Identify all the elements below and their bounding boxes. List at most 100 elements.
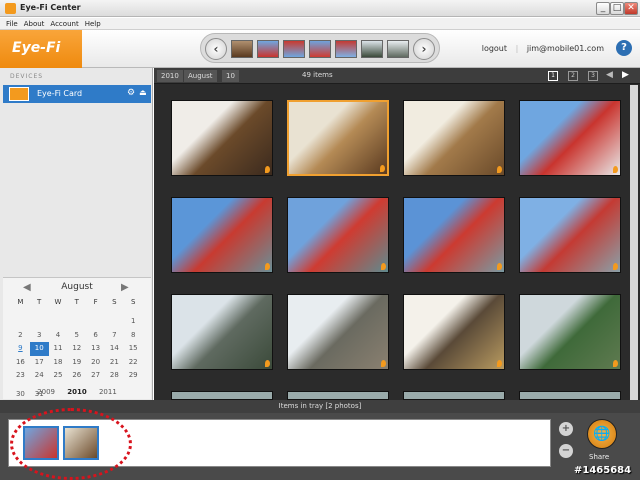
photo-thumbnail[interactable] xyxy=(287,100,389,176)
calendar-years: 2009 2010 2011 xyxy=(3,388,151,396)
geotag-pin-icon xyxy=(613,360,618,367)
calendar-day[interactable]: 16 xyxy=(11,356,30,370)
view-size-3-button[interactable]: 3 xyxy=(588,71,598,81)
tray: + − 🌐 Share xyxy=(0,408,640,480)
photo-thumbnail[interactable] xyxy=(287,197,389,273)
photo-thumbnail[interactable] xyxy=(519,391,621,400)
calendar-day[interactable]: 26 xyxy=(67,369,86,383)
calendar-day[interactable]: 13 xyxy=(86,342,105,356)
weekday-label: T xyxy=(74,298,79,306)
calendar-day[interactable]: 24 xyxy=(30,369,49,383)
logout-link[interactable]: logout xyxy=(482,44,507,53)
menu-account[interactable]: Account xyxy=(50,18,78,30)
calendar-next-icon[interactable]: ▶ xyxy=(121,282,129,293)
share-globe-icon[interactable]: 🌐 xyxy=(587,419,617,449)
photo-thumbnail[interactable] xyxy=(287,391,389,400)
geotag-pin-icon xyxy=(613,166,618,173)
photo-thumbnail[interactable] xyxy=(403,100,505,176)
window-title: Eye-Fi Center xyxy=(20,3,81,12)
scrollbar[interactable] xyxy=(630,85,638,400)
next-arrow-icon[interactable]: › xyxy=(413,38,435,60)
photo-thumbnail[interactable] xyxy=(287,294,389,370)
view-size-1-button[interactable]: 1 xyxy=(548,71,558,81)
calendar-day[interactable]: 14 xyxy=(105,342,124,356)
calendar-day[interactable]: 21 xyxy=(105,356,124,370)
zoom-out-button[interactable]: − xyxy=(559,444,573,458)
calendar-day[interactable]: 10 xyxy=(29,342,49,356)
calendar-day[interactable]: 9 xyxy=(11,342,30,356)
photo-thumbnail[interactable] xyxy=(403,294,505,370)
maximize-button[interactable]: □ xyxy=(610,2,624,15)
header-links: logout | jim@mobile01.com xyxy=(476,44,604,53)
year-2011[interactable]: 2011 xyxy=(99,388,117,396)
year-2009[interactable]: 2009 xyxy=(37,388,55,396)
calendar-day[interactable]: 11 xyxy=(49,342,68,356)
grid-prev-icon[interactable]: ◀ xyxy=(606,70,613,80)
prev-arrow-icon[interactable]: ‹ xyxy=(205,38,227,60)
photo-thumbnail[interactable] xyxy=(171,391,273,400)
photo-thumbnail[interactable] xyxy=(403,197,505,273)
weekday-label: S xyxy=(130,298,136,306)
calendar-day[interactable]: 4 xyxy=(49,329,68,343)
strip-thumb[interactable] xyxy=(231,40,253,58)
calendar-day[interactable]: 25 xyxy=(49,369,68,383)
strip-thumb[interactable] xyxy=(361,40,383,58)
crumb-month[interactable]: August xyxy=(184,70,217,82)
user-account-link[interactable]: jim@mobile01.com xyxy=(527,44,604,53)
photo-thumbnail[interactable] xyxy=(519,100,621,176)
device-item-eye-fi-card[interactable]: Eye-Fi Card ⚙ ⏏ xyxy=(3,85,151,103)
strip-thumb[interactable] xyxy=(283,40,305,58)
calendar-day[interactable]: 22 xyxy=(124,356,143,370)
calendar-day[interactable]: 18 xyxy=(49,356,68,370)
menu-help[interactable]: Help xyxy=(85,18,101,30)
photo-thumbnail[interactable] xyxy=(403,391,505,400)
crumb-year[interactable]: 2010 xyxy=(157,70,183,82)
year-2010[interactable]: 2010 xyxy=(67,388,86,396)
calendar-day[interactable]: 20 xyxy=(86,356,105,370)
calendar-day[interactable]: 5 xyxy=(67,329,86,343)
view-size-2-button[interactable]: 2 xyxy=(568,71,578,81)
calendar-day[interactable]: 2 xyxy=(11,329,30,343)
strip-thumb[interactable] xyxy=(335,40,357,58)
minimize-button[interactable]: _ xyxy=(596,2,610,15)
eye-fi-logo: Eye-Fi xyxy=(0,30,82,68)
calendar-day[interactable]: 29 xyxy=(124,369,143,383)
eject-icon[interactable]: ⏏ xyxy=(139,88,147,97)
calendar-day[interactable]: 19 xyxy=(67,356,86,370)
calendar-day[interactable]: 17 xyxy=(30,356,49,370)
calendar-day[interactable]: 8 xyxy=(124,329,143,343)
share-label: Share xyxy=(589,453,610,461)
close-button[interactable]: ✕ xyxy=(624,2,638,15)
photo-thumbnail[interactable] xyxy=(171,197,273,273)
menu-about[interactable]: About xyxy=(24,18,45,30)
zoom-in-button[interactable]: + xyxy=(559,422,573,436)
calendar-empty xyxy=(49,310,68,324)
strip-thumb[interactable] xyxy=(309,40,331,58)
photo-thumbnail[interactable] xyxy=(171,100,273,176)
calendar-day[interactable]: 3 xyxy=(30,329,49,343)
calendar-day[interactable]: 28 xyxy=(105,369,124,383)
strip-thumb[interactable] xyxy=(387,40,409,58)
calendar-day[interactable]: 1 xyxy=(124,315,143,329)
strip-thumb[interactable] xyxy=(257,40,279,58)
calendar-empty xyxy=(67,310,86,324)
items-count: 49 items xyxy=(302,71,333,79)
calendar-day[interactable]: 12 xyxy=(67,342,86,356)
geotag-pin-icon xyxy=(381,360,386,367)
weekday-label: T xyxy=(37,298,42,306)
photo-thumbnail[interactable] xyxy=(519,294,621,370)
crumb-day[interactable]: 10 xyxy=(222,70,239,82)
watermark: #1465684 xyxy=(574,465,632,476)
calendar-day[interactable]: 6 xyxy=(86,329,105,343)
grid-next-icon[interactable]: ▶ xyxy=(622,70,629,80)
gear-icon[interactable]: ⚙ xyxy=(127,88,135,98)
tray-dropzone[interactable] xyxy=(8,408,551,480)
calendar-day[interactable]: 15 xyxy=(124,342,143,356)
calendar-day[interactable]: 7 xyxy=(105,329,124,343)
photo-thumbnail[interactable] xyxy=(171,294,273,370)
menu-file[interactable]: File xyxy=(6,18,18,30)
calendar-day[interactable]: 27 xyxy=(86,369,105,383)
calendar-day[interactable]: 23 xyxy=(11,369,30,383)
photo-thumbnail[interactable] xyxy=(519,197,621,273)
help-icon[interactable]: ? xyxy=(616,40,632,56)
